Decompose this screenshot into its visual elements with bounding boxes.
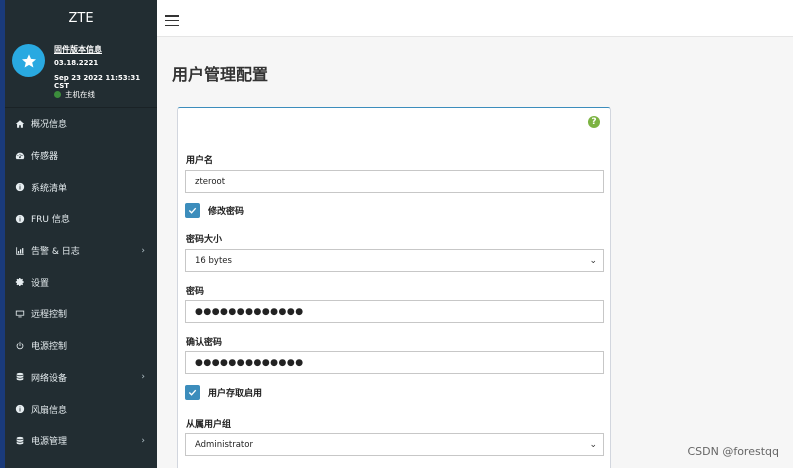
gear-icon bbox=[14, 276, 26, 288]
firmware-version: 03.18.2221 bbox=[54, 59, 99, 67]
chevron-right-icon: › bbox=[141, 245, 145, 256]
sidebar-item-power-control[interactable]: 电源控制 bbox=[5, 330, 157, 362]
page-title: 用户管理配置 bbox=[172, 65, 269, 84]
user-group-label: 从属用户组 bbox=[186, 420, 232, 430]
password-label: 密码 bbox=[186, 287, 205, 297]
home-icon bbox=[14, 118, 26, 130]
sidebar-item-label: 网络设备 bbox=[31, 373, 68, 384]
sidebar-item-label: 设置 bbox=[31, 278, 50, 289]
main-content: 用户管理配置 ? 用户名 zteroot 修改密码 密码大小 16 bytes … bbox=[157, 37, 793, 468]
user-access-checkbox[interactable] bbox=[185, 385, 200, 400]
sidebar-item-alarms-logs[interactable]: 告警 & 日志 › bbox=[5, 235, 157, 267]
sidebar-item-label: 告警 & 日志 bbox=[31, 247, 80, 258]
host-status-label: 主机在线 bbox=[65, 90, 95, 99]
user-access-label: 用户存取启用 bbox=[208, 389, 263, 399]
change-password-label: 修改密码 bbox=[208, 207, 245, 217]
database-icon bbox=[14, 371, 26, 383]
watermark: CSDN @forestqq bbox=[687, 445, 779, 458]
sidebar-item-remote-control[interactable]: 远程控制 bbox=[5, 298, 157, 330]
change-password-checkbox[interactable] bbox=[185, 203, 200, 218]
monitor-icon bbox=[14, 308, 26, 320]
username-input[interactable]: zteroot bbox=[185, 170, 604, 193]
confirm-password-input[interactable]: ●●●●●●●●●●●●● bbox=[185, 351, 604, 374]
user-config-form: ? 用户名 zteroot 修改密码 密码大小 16 bytes ⌄ 密码 ●●… bbox=[177, 107, 611, 468]
star-icon bbox=[12, 44, 45, 77]
brand-logo: ZTE bbox=[68, 10, 94, 26]
info-icon bbox=[14, 181, 26, 193]
sidebar: ZTE 固件版本信息 03.18.2221 Sep 23 2022 11:53:… bbox=[5, 0, 157, 468]
sidebar-item-label: 电源控制 bbox=[31, 342, 68, 353]
sidebar-item-fru-info[interactable]: FRU 信息 bbox=[5, 203, 157, 235]
sidebar-item-label: 概况信息 bbox=[31, 120, 68, 131]
change-password-checkbox-row[interactable]: 修改密码 bbox=[185, 203, 244, 218]
sidebar-item-overview[interactable]: 概况信息 bbox=[5, 108, 157, 140]
confirm-password-label: 确认密码 bbox=[186, 338, 223, 348]
password-input[interactable]: ●●●●●●●●●●●●● bbox=[185, 300, 604, 323]
sidebar-item-label: 系统清单 bbox=[31, 183, 68, 194]
info-icon bbox=[14, 213, 26, 225]
power-icon bbox=[14, 340, 26, 352]
sidebar-item-label: 传感器 bbox=[31, 152, 59, 163]
info-icon bbox=[14, 403, 26, 415]
user-group-select[interactable]: Administrator ⌄ bbox=[185, 433, 604, 456]
password-size-value: 16 bytes bbox=[195, 255, 232, 266]
sidebar-item-label: 电源管理 bbox=[31, 437, 68, 448]
sidebar-item-label: 风扇信息 bbox=[31, 405, 68, 416]
sidebar-item-settings[interactable]: 设置 bbox=[5, 266, 157, 298]
sidebar-item-network-devices[interactable]: 网络设备 › bbox=[5, 362, 157, 394]
firmware-info-link[interactable]: 固件版本信息 bbox=[54, 44, 102, 55]
dashboard-icon bbox=[14, 150, 26, 162]
password-size-label: 密码大小 bbox=[186, 235, 223, 245]
user-group-value: Administrator bbox=[195, 439, 253, 450]
hamburger-menu-icon[interactable] bbox=[165, 15, 179, 26]
password-size-select[interactable]: 16 bytes ⌄ bbox=[185, 249, 604, 272]
build-date: Sep 23 2022 11:53:31 CST bbox=[54, 74, 141, 90]
sidebar-item-label: FRU 信息 bbox=[31, 215, 70, 226]
sidebar-item-sensors[interactable]: 传感器 bbox=[5, 140, 157, 172]
database-icon bbox=[14, 435, 26, 447]
bar-chart-icon bbox=[14, 245, 26, 257]
chevron-down-icon: ⌄ bbox=[589, 439, 597, 450]
help-icon[interactable]: ? bbox=[588, 116, 600, 128]
status-dot-icon bbox=[54, 91, 61, 98]
sidebar-item-system-inventory[interactable]: 系统清单 bbox=[5, 171, 157, 203]
username-label: 用户名 bbox=[186, 156, 214, 166]
sidebar-item-label: 远程控制 bbox=[31, 310, 68, 321]
sidebar-item-power-management[interactable]: 电源管理 › bbox=[5, 425, 157, 457]
chevron-down-icon: ⌄ bbox=[589, 255, 597, 266]
sidebar-menu: 概况信息 传感器 系统清单 FRU 信息 告警 & 日志 › 设置 远程控制 电… bbox=[5, 108, 157, 457]
user-access-checkbox-row[interactable]: 用户存取启用 bbox=[185, 385, 262, 400]
host-status: 主机在线 bbox=[54, 89, 95, 100]
topbar bbox=[157, 4, 793, 37]
sidebar-item-fan-info[interactable]: 风扇信息 bbox=[5, 393, 157, 425]
chevron-right-icon: › bbox=[141, 372, 145, 383]
chevron-right-icon: › bbox=[141, 435, 145, 446]
user-panel: 固件版本信息 03.18.2221 Sep 23 2022 11:53:31 C… bbox=[5, 36, 157, 108]
